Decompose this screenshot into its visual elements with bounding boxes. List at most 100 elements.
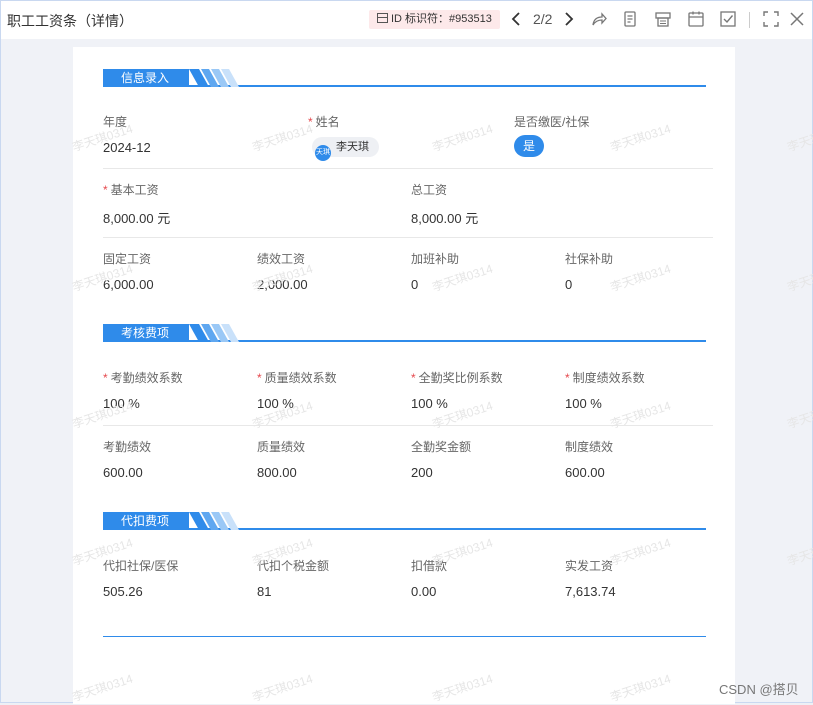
full-coef-label-text: 全勤奖比例系数: [418, 371, 503, 385]
table-icon: [377, 13, 388, 23]
required-mark: *: [308, 115, 313, 129]
fixed-salary-label: 固定工资: [103, 252, 152, 266]
insured-label: 是否缴医/社保: [514, 115, 590, 129]
close-icon: [790, 12, 804, 26]
name-label: * 姓名: [308, 113, 340, 130]
chevron-left-icon: [511, 12, 520, 26]
checkbox-icon: [720, 11, 736, 27]
qual-perf-label: 质量绩效: [257, 440, 306, 454]
required-mark: *: [411, 371, 416, 385]
qual-coef-label: * 质量绩效系数: [257, 369, 337, 386]
deduct-social-value: 505.26: [103, 584, 143, 599]
watermark: 李天琪0314: [785, 535, 813, 569]
required-mark: *: [103, 183, 108, 197]
id-tag-text: ID 标识符：#953513: [391, 13, 492, 25]
net-pay-value: 7,613.74: [565, 584, 616, 599]
sys-coef-label-text: 制度绩效系数: [572, 371, 645, 385]
year-value: 2024-12: [103, 140, 151, 155]
att-perf-value: 600.00: [103, 465, 143, 480]
overtime-value: 0: [411, 277, 419, 292]
window-frame: 职工工资条（详情） ID 标识符：#953513 2/2 信息录入 年度 202…: [0, 0, 813, 704]
deduct-tax-value: 81: [257, 584, 272, 599]
avatar: 天琪: [315, 145, 331, 161]
fullscreen-button[interactable]: [761, 9, 781, 29]
watermark: 李天琪0314: [785, 398, 813, 432]
social-subsidy-label: 社保补助: [565, 252, 614, 266]
qual-coef-label-text: 质量绩效系数: [264, 371, 337, 385]
required-mark: *: [565, 371, 570, 385]
sys-coef-label: * 制度绩效系数: [565, 369, 645, 386]
year-label: 年度: [103, 115, 128, 129]
section-title-assess: 考核费项: [103, 324, 190, 342]
window-title: 职工工资条（详情）: [7, 13, 133, 29]
printer-icon: [655, 12, 671, 27]
expand-icon: [763, 11, 779, 27]
pager-text: 2/2: [533, 11, 553, 27]
total-salary-value: 8,000.00 元: [411, 211, 479, 226]
divider: [103, 168, 713, 169]
qual-perf-value: 800.00: [257, 465, 297, 480]
att-coef-label: * 考勤绩效系数: [103, 369, 183, 386]
net-pay-label: 实发工资: [565, 559, 614, 573]
toolbar-separator: [749, 12, 750, 28]
watermark: 李天琪0314: [785, 121, 813, 155]
perf-salary-value: 2,000.00: [257, 277, 308, 292]
close-button[interactable]: [787, 9, 807, 29]
divider: [103, 425, 713, 426]
share-icon: [592, 12, 607, 26]
detail-card: 信息录入 年度 2024-12 * 姓名 天琪 李天琪 是否缴医/社保 是 * 基本工…: [73, 47, 735, 704]
print-button[interactable]: [620, 9, 640, 29]
stripes-decoration: [189, 69, 239, 87]
deduct-loan-label: 扣借款: [411, 559, 448, 573]
next-record-button[interactable]: [558, 9, 578, 29]
section-header-assess: 考核费项: [103, 322, 706, 344]
title-bar: 职工工资条（详情） ID 标识符：#953513 2/2: [1, 1, 812, 39]
att-coef-label-text: 考勤绩效系数: [110, 371, 183, 385]
full-bonus-label: 全勤奖金额: [411, 440, 472, 454]
sys-coef-value: 100 %: [565, 396, 602, 411]
qual-coef-value: 100 %: [257, 396, 294, 411]
stripes-decoration: [189, 324, 239, 342]
id-tag[interactable]: ID 标识符：#953513: [369, 10, 500, 29]
overtime-label: 加班补助: [411, 252, 460, 266]
section-header-info: 信息录入: [103, 67, 706, 89]
base-salary-value: 8,000.00 元: [103, 211, 171, 226]
required-mark: *: [103, 371, 108, 385]
deduct-loan-value: 0.00: [411, 584, 437, 599]
base-salary-label: * 基本工资: [103, 181, 159, 198]
total-salary-label: 总工资: [411, 183, 448, 197]
prev-record-button[interactable]: [507, 9, 527, 29]
name-label-text: 姓名: [315, 115, 340, 129]
full-coef-value: 100 %: [411, 396, 448, 411]
calendar-icon: [688, 11, 704, 27]
section-header-deduct: 代扣费项: [103, 510, 706, 532]
share-button[interactable]: [589, 9, 609, 29]
section-title-deduct: 代扣费项: [103, 512, 190, 530]
divider: [103, 237, 713, 238]
deduct-social-label: 代扣社保/医保: [103, 559, 179, 573]
base-salary-label-text: 基本工资: [110, 183, 159, 197]
chevron-right-icon: [565, 12, 574, 26]
att-coef-value: 100 %: [103, 396, 140, 411]
insured-badge: 是: [514, 135, 544, 157]
stripes-decoration: [189, 512, 239, 530]
sys-perf-value: 600.00: [565, 465, 605, 480]
approve-button[interactable]: [718, 9, 738, 29]
member-name: 李天琪: [336, 141, 369, 153]
watermark: 李天琪0314: [785, 261, 813, 295]
deduct-tax-label: 代扣个税金额: [257, 559, 330, 573]
footer-rule: [103, 636, 706, 637]
required-mark: *: [257, 371, 262, 385]
att-perf-label: 考勤绩效: [103, 440, 152, 454]
member-chip[interactable]: 天琪 李天琪: [312, 137, 379, 161]
perf-salary-label: 绩效工资: [257, 252, 306, 266]
printer-button[interactable]: [653, 9, 673, 29]
source-watermark: CSDN @搭贝: [719, 682, 799, 697]
section-title-info: 信息录入: [103, 69, 190, 87]
full-coef-label: * 全勤奖比例系数: [411, 369, 503, 386]
document-icon: [624, 11, 636, 27]
sys-perf-label: 制度绩效: [565, 440, 614, 454]
fixed-salary-value: 6,000.00: [103, 277, 154, 292]
calendar-button[interactable]: [686, 9, 706, 29]
full-bonus-value: 200: [411, 465, 433, 480]
